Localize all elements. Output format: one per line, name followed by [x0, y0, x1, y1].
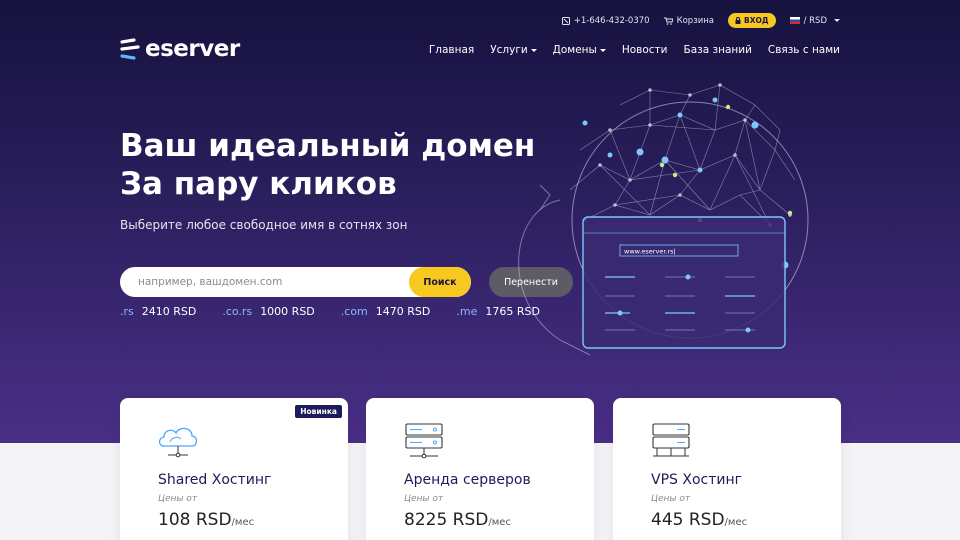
- cart-icon: [663, 17, 673, 25]
- card-price: 8225 RSD/мес: [404, 510, 511, 530]
- search-button[interactable]: Поиск: [409, 267, 471, 297]
- nav-item-label: Услуги: [490, 44, 528, 56]
- nav-item-label: Новости: [621, 44, 668, 56]
- nav-item-label: Главная: [428, 44, 475, 56]
- domain-zone: .com: [340, 305, 368, 318]
- page-title-line-1: Ваш идеальный домен: [120, 128, 536, 164]
- domain-price-item[interactable]: .com 1470 RSD: [341, 305, 431, 318]
- card-price-value: 108 RSD: [158, 510, 232, 530]
- domain-price: 1000 RSD: [260, 305, 315, 318]
- card-title: VPS Хостинг: [651, 472, 742, 488]
- page-subtitle: Выберите любое свободное имя в сотнях зо…: [120, 218, 408, 232]
- logo-mark-icon: [120, 38, 140, 60]
- domain-zone: .rs: [120, 305, 134, 318]
- domain-price: 2410 RSD: [141, 305, 197, 318]
- hero-section: +1-646-432-0370 Корзина ВХОД / RSD eserv…: [0, 0, 960, 443]
- card-price-value: 445 RSD: [651, 510, 725, 530]
- nav-item-label: Домены: [552, 44, 597, 56]
- domain-search-input[interactable]: [120, 276, 409, 288]
- domain-prices: .rs 2410 RSD .co.rs 1000 RSD .com 1470 RSD …: [120, 305, 540, 318]
- russia-flag-icon: [789, 17, 800, 24]
- cart-label: Корзина: [676, 15, 715, 26]
- card-price-prefix: Цены от: [651, 494, 691, 504]
- browser-url-text: www.eserver.rs|: [624, 248, 676, 256]
- domain-price-item[interactable]: .co.rs 1000 RSD: [222, 305, 314, 318]
- nav-item-knowledge-base[interactable]: База знаний: [684, 44, 752, 56]
- logo-text: eserver: [145, 36, 240, 62]
- chevron-down-icon: [599, 48, 606, 52]
- domain-price-item[interactable]: .rs 2410 RSD: [120, 305, 196, 318]
- shared-hosting-card[interactable]: Новинка Shared Хостинг Цены от 108 RSD/м…: [120, 398, 348, 540]
- card-price-unit: /мес: [231, 517, 255, 528]
- login-button[interactable]: ВХОД: [728, 13, 776, 28]
- vps-server-icon: [652, 423, 690, 457]
- card-price-prefix: Цены от: [158, 494, 198, 504]
- card-price-unit: /мес: [488, 517, 511, 528]
- nav-item-domains[interactable]: Домены: [553, 44, 606, 56]
- card-price-prefix: Цены от: [404, 494, 444, 504]
- nav-item-contact[interactable]: Связь с нами: [768, 44, 840, 56]
- dedicated-server-card[interactable]: Аренда серверов Цены от 8225 RSD/мес: [366, 398, 594, 540]
- lock-icon: [735, 17, 741, 24]
- chevron-down-icon: [530, 48, 537, 52]
- vps-hosting-card[interactable]: VPS Хостинг Цены от 445 RSD/мес: [613, 398, 841, 540]
- nav-item-label: Связь с нами: [767, 44, 840, 56]
- logo[interactable]: eserver: [120, 36, 240, 62]
- chevron-down-icon: [834, 19, 840, 22]
- card-price: 108 RSD/мес: [158, 510, 254, 530]
- card-price-value: 8225 RSD: [404, 510, 489, 530]
- domain-price: 1470 RSD: [375, 305, 431, 318]
- card-price: 445 RSD/мес: [651, 510, 747, 530]
- nav-item-home[interactable]: Главная: [429, 44, 474, 56]
- currency-label: / RSD: [803, 15, 827, 26]
- dedicated-server-icon: [405, 423, 443, 459]
- card-price-unit: /мес: [724, 517, 748, 528]
- new-badge: Новинка: [295, 405, 342, 418]
- login-label: ВХОД: [744, 16, 769, 25]
- nav-item-label: База знаний: [683, 44, 752, 56]
- domain-search-form: Поиск: [120, 267, 471, 297]
- card-title: Аренда серверов: [404, 472, 531, 488]
- domain-zone: .co.rs: [222, 305, 253, 318]
- top-bar: +1-646-432-0370 Корзина ВХОД / RSD: [561, 13, 840, 28]
- page-title-line-2: За пару кликов: [120, 166, 397, 202]
- cloud-server-icon: [158, 427, 198, 458]
- nav-item-news[interactable]: Новости: [622, 44, 668, 56]
- language-currency-selector[interactable]: / RSD: [789, 15, 840, 26]
- domain-zone: .me: [456, 305, 478, 318]
- network-globe-illustration: www.eserver.rs|: [518, 83, 809, 356]
- phone-icon: [561, 16, 570, 25]
- main-nav: Главная Услуги Домены Новости База знани…: [429, 44, 840, 56]
- cart-link[interactable]: Корзина: [663, 15, 715, 26]
- phone-number: +1-646-432-0370: [573, 15, 650, 26]
- page-title: Ваш идеальный домен За пару кликов: [120, 127, 535, 203]
- card-title: Shared Хостинг: [158, 472, 272, 488]
- nav-item-services[interactable]: Услуги: [490, 44, 537, 56]
- phone-link[interactable]: +1-646-432-0370: [561, 15, 650, 26]
